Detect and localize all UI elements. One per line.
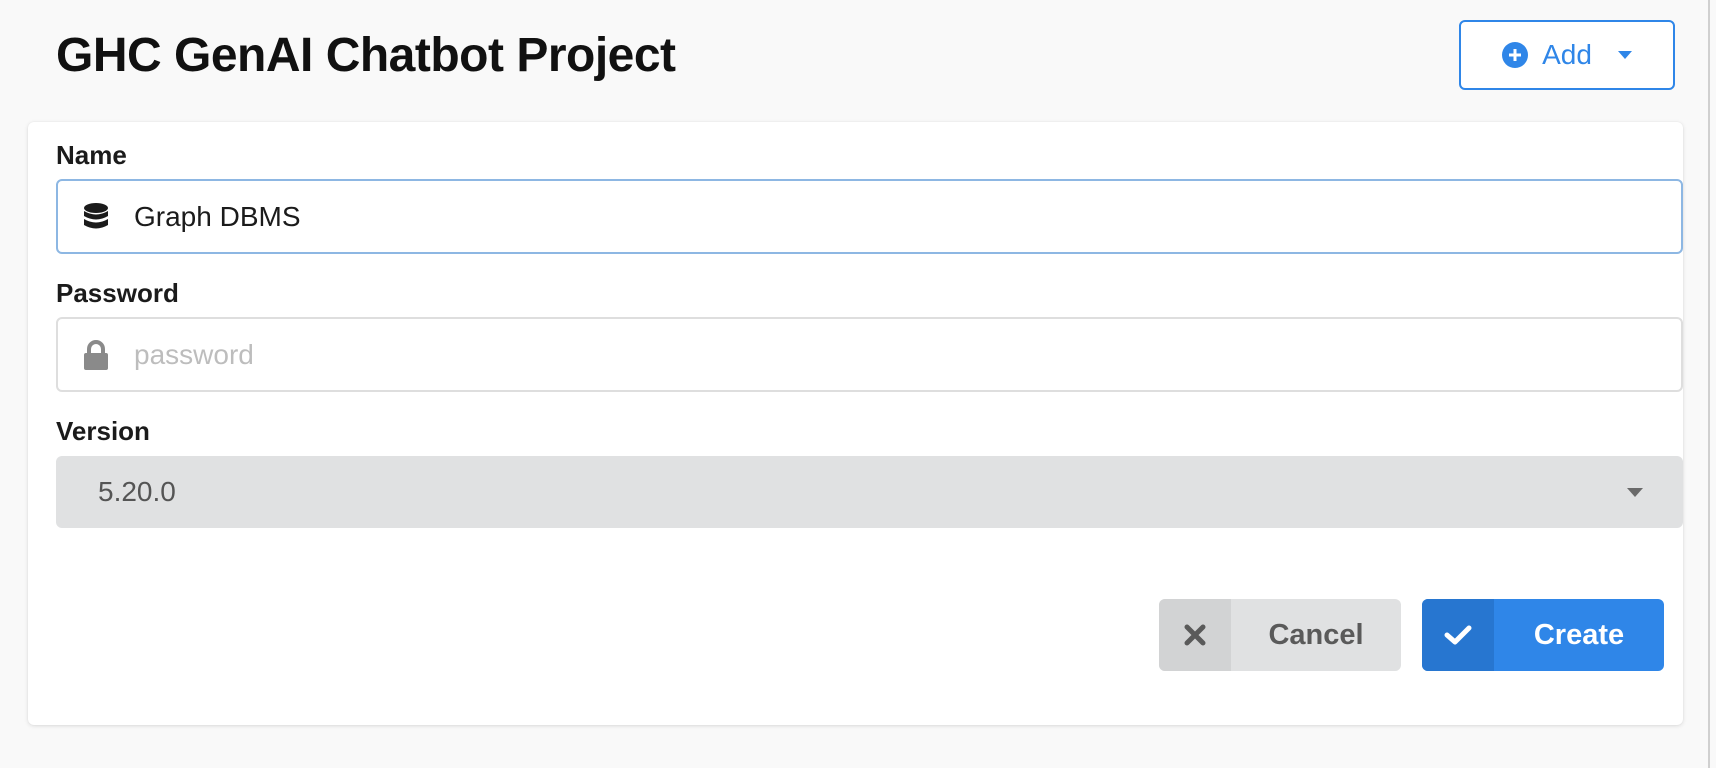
cancel-button-label: Cancel xyxy=(1268,618,1364,651)
version-label: Version xyxy=(56,416,150,446)
close-icon xyxy=(1159,599,1231,671)
page-title: GHC GenAI Chatbot Project xyxy=(56,29,676,82)
lock-icon xyxy=(58,319,134,390)
password-field[interactable] xyxy=(56,317,1683,392)
create-button-label: Create xyxy=(1533,618,1625,651)
create-form-card: Name Password Version 5.20.0 xyxy=(28,122,1683,725)
add-button[interactable]: Add xyxy=(1459,20,1675,90)
add-button-label: Add xyxy=(1542,39,1592,70)
version-selected-value: 5.20.0 xyxy=(98,476,176,507)
version-select[interactable]: 5.20.0 xyxy=(56,456,1683,528)
password-label: Password xyxy=(56,278,179,308)
name-input[interactable] xyxy=(134,181,1681,252)
window-edge xyxy=(1708,0,1710,768)
create-button[interactable]: Create xyxy=(1422,599,1664,671)
plus-circle-icon xyxy=(1502,42,1529,68)
database-icon xyxy=(58,181,134,252)
password-input[interactable] xyxy=(134,319,1681,390)
cancel-button[interactable]: Cancel xyxy=(1159,599,1401,671)
chevron-down-icon xyxy=(1617,51,1632,59)
name-field[interactable] xyxy=(56,179,1683,254)
check-icon xyxy=(1422,599,1494,671)
name-label: Name xyxy=(56,140,127,170)
page-header: GHC GenAI Chatbot Project Add xyxy=(0,0,1710,112)
chevron-down-icon xyxy=(1627,487,1643,497)
